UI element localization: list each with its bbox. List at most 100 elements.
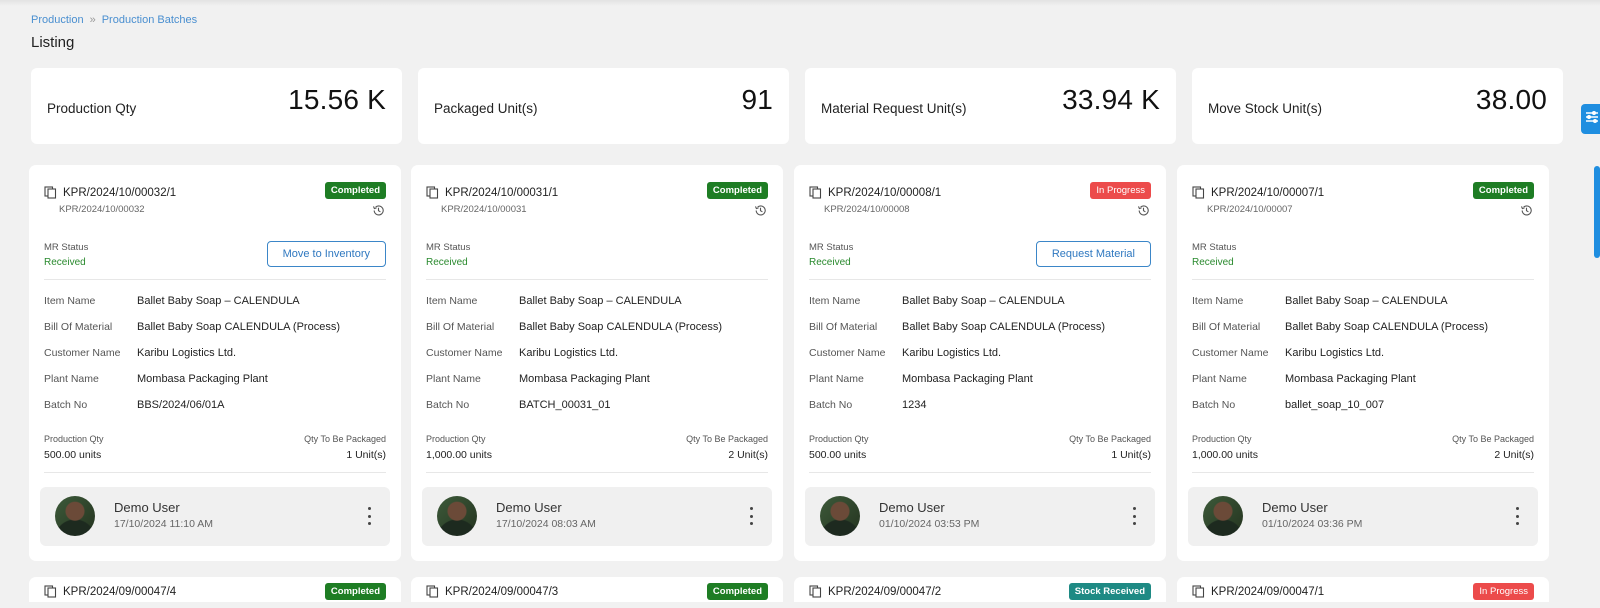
copy-icon[interactable] xyxy=(809,585,822,602)
detail-row-customer-name: Customer Name Karibu Logistics Ltd. xyxy=(809,340,1149,366)
detail-value: Ballet Baby Soap CALENDULA (Process) xyxy=(519,321,722,333)
detail-row-bill-of-material: Bill Of Material Ballet Baby Soap CALENDU… xyxy=(426,314,766,340)
batch-card[interactable]: KPR/2024/10/00031/1 KPR/2024/10/00031 Co… xyxy=(411,165,783,561)
batch-card[interactable]: KPR/2024/10/00007/1 KPR/2024/10/00007 Co… xyxy=(1177,165,1549,561)
batch-card[interactable]: KPR/2024/10/00008/1 KPR/2024/10/00008 In… xyxy=(794,165,1166,561)
batch-subcode: KPR/2024/10/00032 xyxy=(59,204,145,215)
history-icon[interactable] xyxy=(1137,204,1150,222)
stat-value: 38.00 xyxy=(1475,84,1547,115)
created-by-box: Demo User 17/10/2024 08:03 AM xyxy=(422,487,772,546)
batch-card[interactable]: KPR/2024/10/00032/1 KPR/2024/10/00032 Co… xyxy=(29,165,401,561)
user-name: Demo User xyxy=(879,500,945,515)
status-badge: Completed xyxy=(324,182,386,199)
production-qty-value: 500.00 units xyxy=(809,449,867,461)
copy-icon[interactable] xyxy=(1192,585,1205,602)
card-details: Item Name Ballet Baby Soap – CALENDULA Bi… xyxy=(1192,288,1532,418)
stat-packaged-units: Packaged Unit(s) 91 xyxy=(418,68,789,144)
breadcrumb-production[interactable]: Production xyxy=(31,14,84,26)
history-icon[interactable] xyxy=(372,204,385,222)
divider xyxy=(809,279,1151,280)
more-options-icon[interactable] xyxy=(1131,507,1137,525)
batch-card[interactable]: KPR/2024/09/00047/4 Completed xyxy=(29,577,401,602)
stats-row: Production Qty 15.56 K Packaged Unit(s) … xyxy=(31,68,1563,144)
production-qty-value: 500.00 units xyxy=(44,449,102,461)
created-by-box: Demo User 01/10/2024 03:36 PM xyxy=(1188,487,1538,546)
detail-value: BBS/2024/06/01A xyxy=(137,399,225,411)
more-options-icon[interactable] xyxy=(1514,507,1520,525)
filter-settings-button[interactable] xyxy=(1581,104,1600,134)
production-qty-label: Production Qty xyxy=(809,434,869,444)
detail-label: Batch No xyxy=(1192,399,1236,411)
batch-subcode: KPR/2024/10/00031 xyxy=(441,204,527,215)
divider xyxy=(809,472,1151,473)
detail-value: Ballet Baby Soap – CALENDULA xyxy=(902,295,1065,307)
created-time: 17/10/2024 11:10 AM xyxy=(114,518,214,530)
copy-icon[interactable] xyxy=(44,585,57,602)
stat-material-request-units: Material Request Unit(s) 33.94 K xyxy=(805,68,1176,144)
detail-label: Customer Name xyxy=(44,347,121,359)
stat-value: 33.94 K xyxy=(1062,84,1160,115)
copy-icon[interactable] xyxy=(809,186,822,204)
status-badge: Completed xyxy=(1472,182,1534,199)
card-action-button[interactable]: Request Material xyxy=(1035,241,1151,267)
status-badge: In Progress xyxy=(1473,583,1534,600)
detail-row-plant-name: Plant Name Mombasa Packaging Plant xyxy=(44,366,384,392)
detail-label: Item Name xyxy=(426,295,478,307)
qty-to-be-packaged-label: Qty To Be Packaged xyxy=(686,434,768,444)
more-options-icon[interactable] xyxy=(748,507,754,525)
detail-value: ballet_soap_10_007 xyxy=(1285,399,1385,411)
breadcrumb: Production » Production Batches xyxy=(31,14,197,26)
breadcrumb-production-batches[interactable]: Production Batches xyxy=(102,14,197,26)
mr-status-value: Received xyxy=(1192,257,1234,268)
history-icon[interactable] xyxy=(754,204,767,222)
created-by-box: Demo User 01/10/2024 03:53 PM xyxy=(805,487,1155,546)
stat-move-stock-units: Move Stock Unit(s) 38.00 xyxy=(1192,68,1563,144)
mr-status-value: Received xyxy=(809,257,851,268)
detail-row-item-name: Item Name Ballet Baby Soap – CALENDULA xyxy=(1192,288,1532,314)
detail-label: Batch No xyxy=(44,399,88,411)
detail-label: Batch No xyxy=(426,399,470,411)
page-title: Listing xyxy=(31,34,75,51)
detail-row-item-name: Item Name Ballet Baby Soap – CALENDULA xyxy=(44,288,384,314)
production-qty-value: 1,000.00 units xyxy=(1192,449,1258,461)
copy-icon[interactable] xyxy=(44,186,57,204)
detail-label: Customer Name xyxy=(1192,347,1269,359)
detail-value: Karibu Logistics Ltd. xyxy=(902,347,1002,359)
batch-code: KPR/2024/10/00032/1 xyxy=(63,187,177,199)
copy-icon[interactable] xyxy=(426,186,439,204)
card-action-button[interactable]: Move to Inventory xyxy=(266,241,386,267)
detail-row-batch-no: Batch No BBS/2024/06/01A xyxy=(44,392,384,418)
production-qty-label: Production Qty xyxy=(44,434,104,444)
status-badge: In Progress xyxy=(1090,182,1151,199)
detail-row-customer-name: Customer Name Karibu Logistics Ltd. xyxy=(44,340,384,366)
status-badge: Stock Received xyxy=(1068,583,1151,600)
detail-row-bill-of-material: Bill Of Material Ballet Baby Soap CALENDU… xyxy=(1192,314,1532,340)
qty-to-be-packaged-value: 2 Unit(s) xyxy=(728,449,768,461)
avatar xyxy=(820,496,860,536)
production-qty-value: 1,000.00 units xyxy=(426,449,492,461)
mr-status-value: Received xyxy=(44,257,86,268)
detail-row-plant-name: Plant Name Mombasa Packaging Plant xyxy=(809,366,1149,392)
stat-production-qty: Production Qty 15.56 K xyxy=(31,68,402,144)
divider xyxy=(1192,279,1534,280)
detail-label: Item Name xyxy=(44,295,96,307)
batch-card[interactable]: KPR/2024/09/00047/1 In Progress xyxy=(1177,577,1549,602)
more-options-icon[interactable] xyxy=(366,507,372,525)
history-icon[interactable] xyxy=(1520,204,1533,222)
detail-value: Mombasa Packaging Plant xyxy=(137,373,268,385)
copy-icon[interactable] xyxy=(426,585,439,602)
batch-card[interactable]: KPR/2024/09/00047/2 Stock Received xyxy=(794,577,1166,602)
detail-value: Karibu Logistics Ltd. xyxy=(1285,347,1385,359)
created-time: 01/10/2024 03:53 PM xyxy=(879,518,980,530)
detail-label: Customer Name xyxy=(426,347,503,359)
user-name: Demo User xyxy=(496,500,562,515)
scrollbar-thumb[interactable] xyxy=(1594,166,1600,258)
divider xyxy=(426,279,768,280)
divider xyxy=(44,279,386,280)
detail-value: 1234 xyxy=(902,399,927,411)
mr-status-value: Received xyxy=(426,257,468,268)
stat-label: Packaged Unit(s) xyxy=(434,101,538,116)
batch-card[interactable]: KPR/2024/09/00047/3 Completed xyxy=(411,577,783,602)
avatar xyxy=(437,496,477,536)
copy-icon[interactable] xyxy=(1192,186,1205,204)
